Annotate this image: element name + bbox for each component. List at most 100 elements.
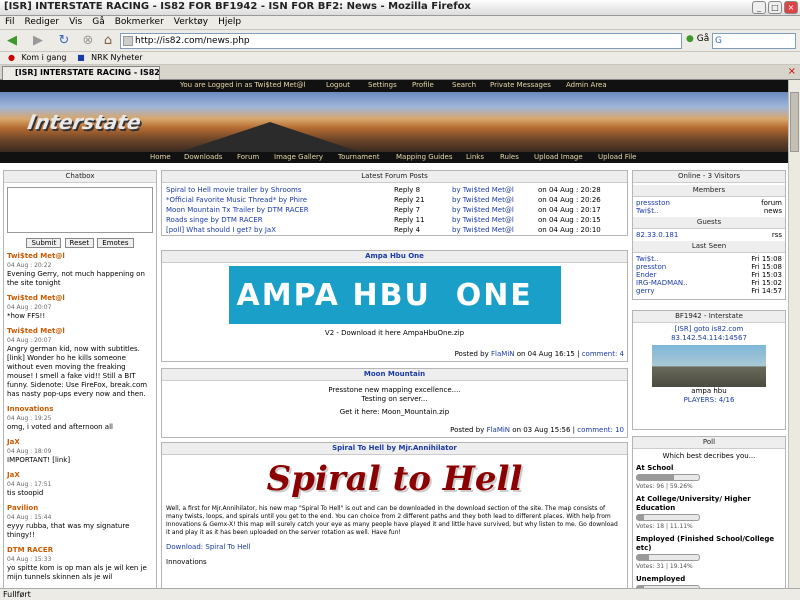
chat-user[interactable]: JaX	[7, 438, 153, 447]
footer-author-link[interactable]: FlaMiN	[487, 426, 510, 434]
menu-tools[interactable]: Verktøy	[169, 16, 213, 28]
news-title[interactable]: Moon Mountain	[162, 369, 627, 381]
scrollbar-thumb[interactable]	[790, 92, 799, 152]
menu-file[interactable]: Fil	[0, 16, 20, 28]
bookmark-get-started[interactable]: ● Kom i gang	[4, 52, 67, 64]
member-row-value: news	[763, 207, 782, 215]
forum-post-title[interactable]: *Official Favorite Music Thread* by Phir…	[166, 196, 307, 205]
chat-user[interactable]: DTM RACER	[7, 546, 153, 555]
menu-bookmarks[interactable]: Bokmerker	[110, 16, 169, 28]
menu-go[interactable]: Gå	[87, 16, 110, 28]
nav-forum[interactable]: Forum	[237, 153, 259, 161]
footer-comment-link[interactable]: comment: 4	[582, 350, 624, 358]
search-input[interactable]: G	[712, 33, 796, 49]
stop-icon[interactable]: ⊗	[80, 32, 96, 50]
forum-post-by[interactable]: by Twi$ted Met@l	[452, 186, 514, 195]
chat-submit-button[interactable]: Submit	[26, 238, 62, 248]
chat-time: 04 Aug : 20:22	[7, 262, 52, 269]
news-title[interactable]: Spiral To Hell by Mjr.Annihilator	[162, 443, 627, 455]
forum-post-row: *Official Favorite Music Thread* by Phir…	[166, 196, 623, 206]
nav-upload-image[interactable]: Upload Image	[534, 153, 583, 161]
reload-icon[interactable]: ↻	[56, 32, 72, 50]
last-seen-row-name[interactable]: IRG-MADMAN..	[636, 279, 688, 287]
last-seen-row-name[interactable]: Ender	[636, 271, 657, 279]
footer-author-link[interactable]: FlaMiN	[491, 350, 514, 358]
server-address[interactable]: 83.142.54.114:14567	[633, 334, 785, 343]
go-icon: ●	[686, 34, 694, 44]
nav-rules[interactable]: Rules	[500, 153, 519, 161]
last-seen-row-name[interactable]: gerry	[636, 287, 655, 295]
chat-reset-button[interactable]: Reset	[64, 238, 95, 248]
poll-option-label[interactable]: At College/University/ Higher Education	[636, 495, 782, 513]
private-messages-link[interactable]: Private Messages	[490, 81, 551, 89]
nav-upload-file[interactable]: Upload File	[598, 153, 636, 161]
chat-message: Twi$ted Met@l 04 Aug : 20:07 Angry german …	[7, 327, 153, 399]
chat-message: Pavilion 04 Aug : 15:44 eyyy rubba, that w…	[7, 504, 153, 540]
news-download-link[interactable]: Download: Spiral To Hell	[162, 537, 627, 552]
logout-link[interactable]: Logout	[326, 81, 350, 89]
news-download-link[interactable]: Get it here: Moon_Mountain.zip	[162, 408, 627, 417]
chat-user[interactable]: Twi$ted Met@l	[7, 327, 153, 336]
forum-post-by[interactable]: by Twi$ted Met@l	[452, 196, 514, 205]
forum-post-by[interactable]: by Twi$ted Met@l	[452, 226, 514, 235]
site-logo[interactable]: Interstate	[26, 110, 143, 134]
poll-option-label[interactable]: Unemployed	[636, 575, 782, 584]
footer-date: on 04 Aug 16:15	[516, 350, 575, 358]
nav-image-gallery[interactable]: Image Gallery	[274, 153, 323, 161]
poll-option-label[interactable]: Employed (Finished School/College etc)	[636, 535, 782, 553]
last-seen-row-name[interactable]: presston	[636, 263, 666, 271]
home-icon[interactable]: ⌂	[100, 32, 116, 50]
forum-post-by[interactable]: by Twi$ted Met@l	[452, 216, 514, 225]
vertical-scrollbar[interactable]	[788, 80, 800, 588]
chatbox-title: Chatbox	[4, 171, 156, 183]
forum-post-title[interactable]: Spiral to Hell movie trailer by Shrooms	[166, 186, 302, 195]
member-row-name[interactable]: Twi$t..	[636, 207, 658, 215]
forum-post-title[interactable]: Roads singe by DTM RACER	[166, 216, 263, 225]
menu-view[interactable]: Vis	[64, 16, 87, 28]
forum-post-by[interactable]: by Twi$ted Met@l	[452, 206, 514, 215]
admin-area-link[interactable]: Admin Area	[566, 81, 607, 89]
settings-link[interactable]: Settings	[368, 81, 397, 89]
chat-user[interactable]: Twi$ted Met@l	[7, 294, 153, 303]
chat-message-input[interactable]	[7, 187, 153, 233]
forum-post-title[interactable]: [poll] What should I get? by JaX	[166, 226, 276, 235]
close-tab-icon[interactable]: ×	[788, 66, 796, 77]
back-icon[interactable]: ◀	[4, 32, 20, 50]
maximize-icon[interactable]: □	[768, 1, 782, 14]
server-goto[interactable]: [ISR] goto is82.com	[633, 325, 785, 334]
guest-row-name[interactable]: 82.33.0.181	[636, 231, 678, 239]
profile-link[interactable]: Profile	[412, 81, 434, 89]
url-input[interactable]: http://is82.com/news.php	[120, 33, 682, 49]
member-row-name[interactable]: pressston	[636, 199, 670, 207]
chat-emotes-button[interactable]: Emotes	[97, 238, 134, 248]
forward-icon[interactable]: ▶	[30, 32, 46, 50]
chat-user[interactable]: JaX	[7, 471, 153, 480]
tab-active[interactable]: [ISR] INTERSTATE RACING - IS82 FOR...	[2, 66, 160, 80]
close-icon[interactable]: ×	[784, 1, 798, 14]
last-seen-row-name[interactable]: Twi$t..	[636, 255, 658, 263]
chat-text: Angry german kid, now with subtitles. [l…	[7, 345, 148, 398]
rss-icon: ■	[77, 53, 85, 62]
chat-user[interactable]: Innovations	[7, 405, 153, 414]
minimize-icon[interactable]: _	[752, 1, 766, 14]
menu-edit[interactable]: Rediger	[20, 16, 65, 28]
chat-time: 04 Aug : 20:07	[7, 304, 52, 311]
nav-links[interactable]: Links	[466, 153, 484, 161]
news-item-ampa: Ampa Hbu One AMPA HBU ONE V2 - Download …	[161, 250, 628, 362]
poll-option-label[interactable]: At School	[636, 464, 782, 473]
news-title[interactable]: Ampa Hbu One	[162, 251, 627, 263]
nav-tournament[interactable]: Tournament	[338, 153, 380, 161]
forum-post-title[interactable]: Moon Mountain Tx Trailer by DTM RACER	[166, 206, 309, 215]
nav-downloads[interactable]: Downloads	[184, 153, 222, 161]
nav-mapping-guides[interactable]: Mapping Guides	[396, 153, 452, 161]
go-button[interactable]: ● Gå	[686, 34, 709, 44]
chat-user[interactable]: Pavilion	[7, 504, 153, 513]
menu-help[interactable]: Hjelp	[213, 16, 246, 28]
chat-user[interactable]: Twi$ted Met@l	[7, 252, 153, 261]
server-panel: BF1942 - Interstate [ISR] goto is82.com …	[632, 310, 786, 430]
bookmark-nrk[interactable]: ■ NRK Nyheter	[73, 52, 143, 64]
search-link[interactable]: Search	[452, 81, 476, 89]
nav-home[interactable]: Home	[150, 153, 171, 161]
download-text: Download: Spiral To Hell	[166, 543, 251, 551]
footer-comment-link[interactable]: comment: 10	[577, 426, 624, 434]
